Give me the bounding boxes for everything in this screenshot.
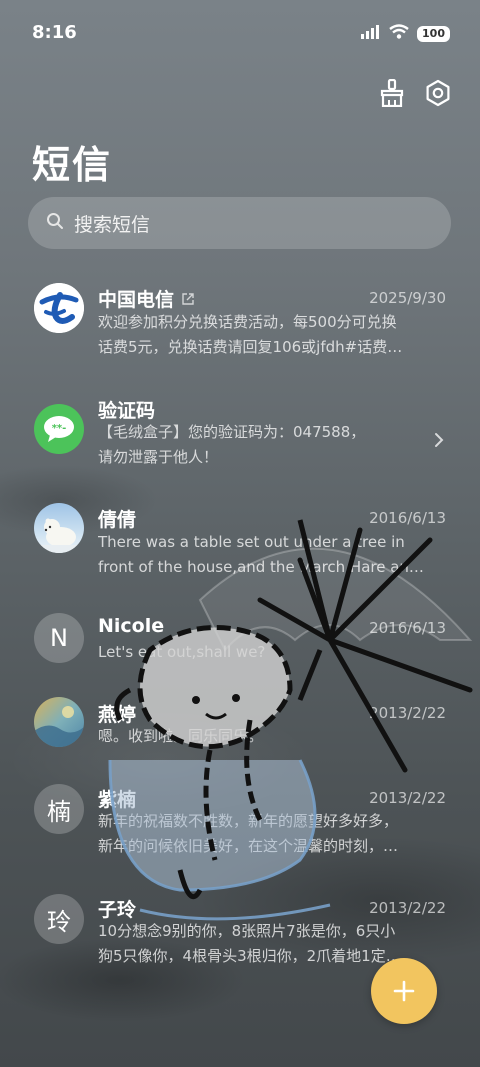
landscape-photo-icon bbox=[34, 706, 84, 747]
conversation-date: 2013/2/22 bbox=[369, 704, 446, 722]
list-item[interactable]: 中国电信 2025/9/30 欢迎参加积分兑换话费活动，每500分可兑换 话费5… bbox=[0, 272, 480, 382]
avatar bbox=[34, 697, 84, 747]
battery-indicator: 100 bbox=[417, 25, 450, 42]
conversation-name: Nicole bbox=[98, 615, 165, 637]
conversation-preview: 欢迎参加积分兑换话费活动，每500分可兑换 话费5元，兑换话费请回复106或jf… bbox=[98, 313, 403, 356]
avatar: **- bbox=[34, 404, 84, 454]
conversation-date: 2025/9/30 bbox=[369, 289, 446, 307]
conversation-date: 2016/6/13 bbox=[369, 619, 446, 637]
chevron-right-icon[interactable] bbox=[434, 432, 444, 452]
conversation-preview: Let's eat out,shall we? bbox=[98, 643, 266, 661]
conversation-preview: 嗯。收到啦。同乐同乐。 bbox=[98, 727, 264, 745]
conversation-name: 中国电信 bbox=[98, 285, 195, 312]
conversation-name: 燕婷 bbox=[98, 704, 137, 726]
settings-hex-icon[interactable] bbox=[424, 78, 452, 108]
search-bar[interactable]: 搜索短信 bbox=[28, 197, 451, 249]
polar-bear-photo-icon bbox=[34, 518, 84, 553]
avatar bbox=[34, 283, 84, 333]
conversation-name: 验证码 bbox=[98, 400, 156, 422]
external-link-icon bbox=[181, 289, 195, 311]
avatar: N bbox=[34, 613, 84, 663]
conversation-name: 子玲 bbox=[98, 899, 137, 921]
conversation-date: 2016/6/13 bbox=[369, 509, 446, 527]
list-item[interactable]: 倩倩 2016/6/13 There was a table set out u… bbox=[0, 492, 480, 602]
conversation-name: 倩倩 bbox=[98, 509, 137, 531]
message-bubble-icon: **- bbox=[44, 416, 74, 442]
top-actions bbox=[378, 78, 452, 108]
plus-icon bbox=[393, 980, 415, 1002]
status-icons: 100 bbox=[361, 24, 450, 43]
search-input[interactable]: 搜索短信 bbox=[74, 210, 150, 237]
conversation-date: 2013/2/22 bbox=[369, 789, 446, 807]
wifi-icon bbox=[389, 24, 409, 43]
china-telecom-logo-icon bbox=[34, 283, 84, 333]
avatar bbox=[34, 503, 84, 553]
list-item[interactable]: **- 验证码 【毛绒盒子】您的验证码为：047588， 请勿泄露于他人！ bbox=[0, 382, 480, 492]
avatar: 楠 bbox=[34, 784, 84, 834]
conversation-name: 紫楠 bbox=[98, 789, 137, 811]
page-title: 短信 bbox=[32, 143, 113, 187]
conversation-preview: There was a table set out under a tree i… bbox=[98, 533, 424, 576]
list-item[interactable]: 楠 紫楠 2013/2/22 新年的祝福数不胜数，新年的愿望好多好多， 新年的问… bbox=[0, 778, 480, 888]
search-icon bbox=[46, 212, 64, 234]
svg-text:**-: **- bbox=[52, 423, 67, 434]
clean-broom-icon[interactable] bbox=[378, 78, 406, 108]
compose-button[interactable] bbox=[371, 958, 437, 1024]
conversation-preview: 【毛绒盒子】您的验证码为：047588， 请勿泄露于他人！ bbox=[98, 423, 366, 466]
status-time: 8:16 bbox=[32, 22, 77, 43]
avatar: 玲 bbox=[34, 894, 84, 944]
status-bar: 8:16 100 bbox=[0, 0, 480, 62]
conversation-date: 2013/2/22 bbox=[369, 899, 446, 917]
conversation-preview: 新年的祝福数不胜数，新年的愿望好多好多， 新年的问候依旧美好，在这个温馨的时刻，… bbox=[98, 812, 399, 855]
signal-icon bbox=[361, 24, 381, 43]
